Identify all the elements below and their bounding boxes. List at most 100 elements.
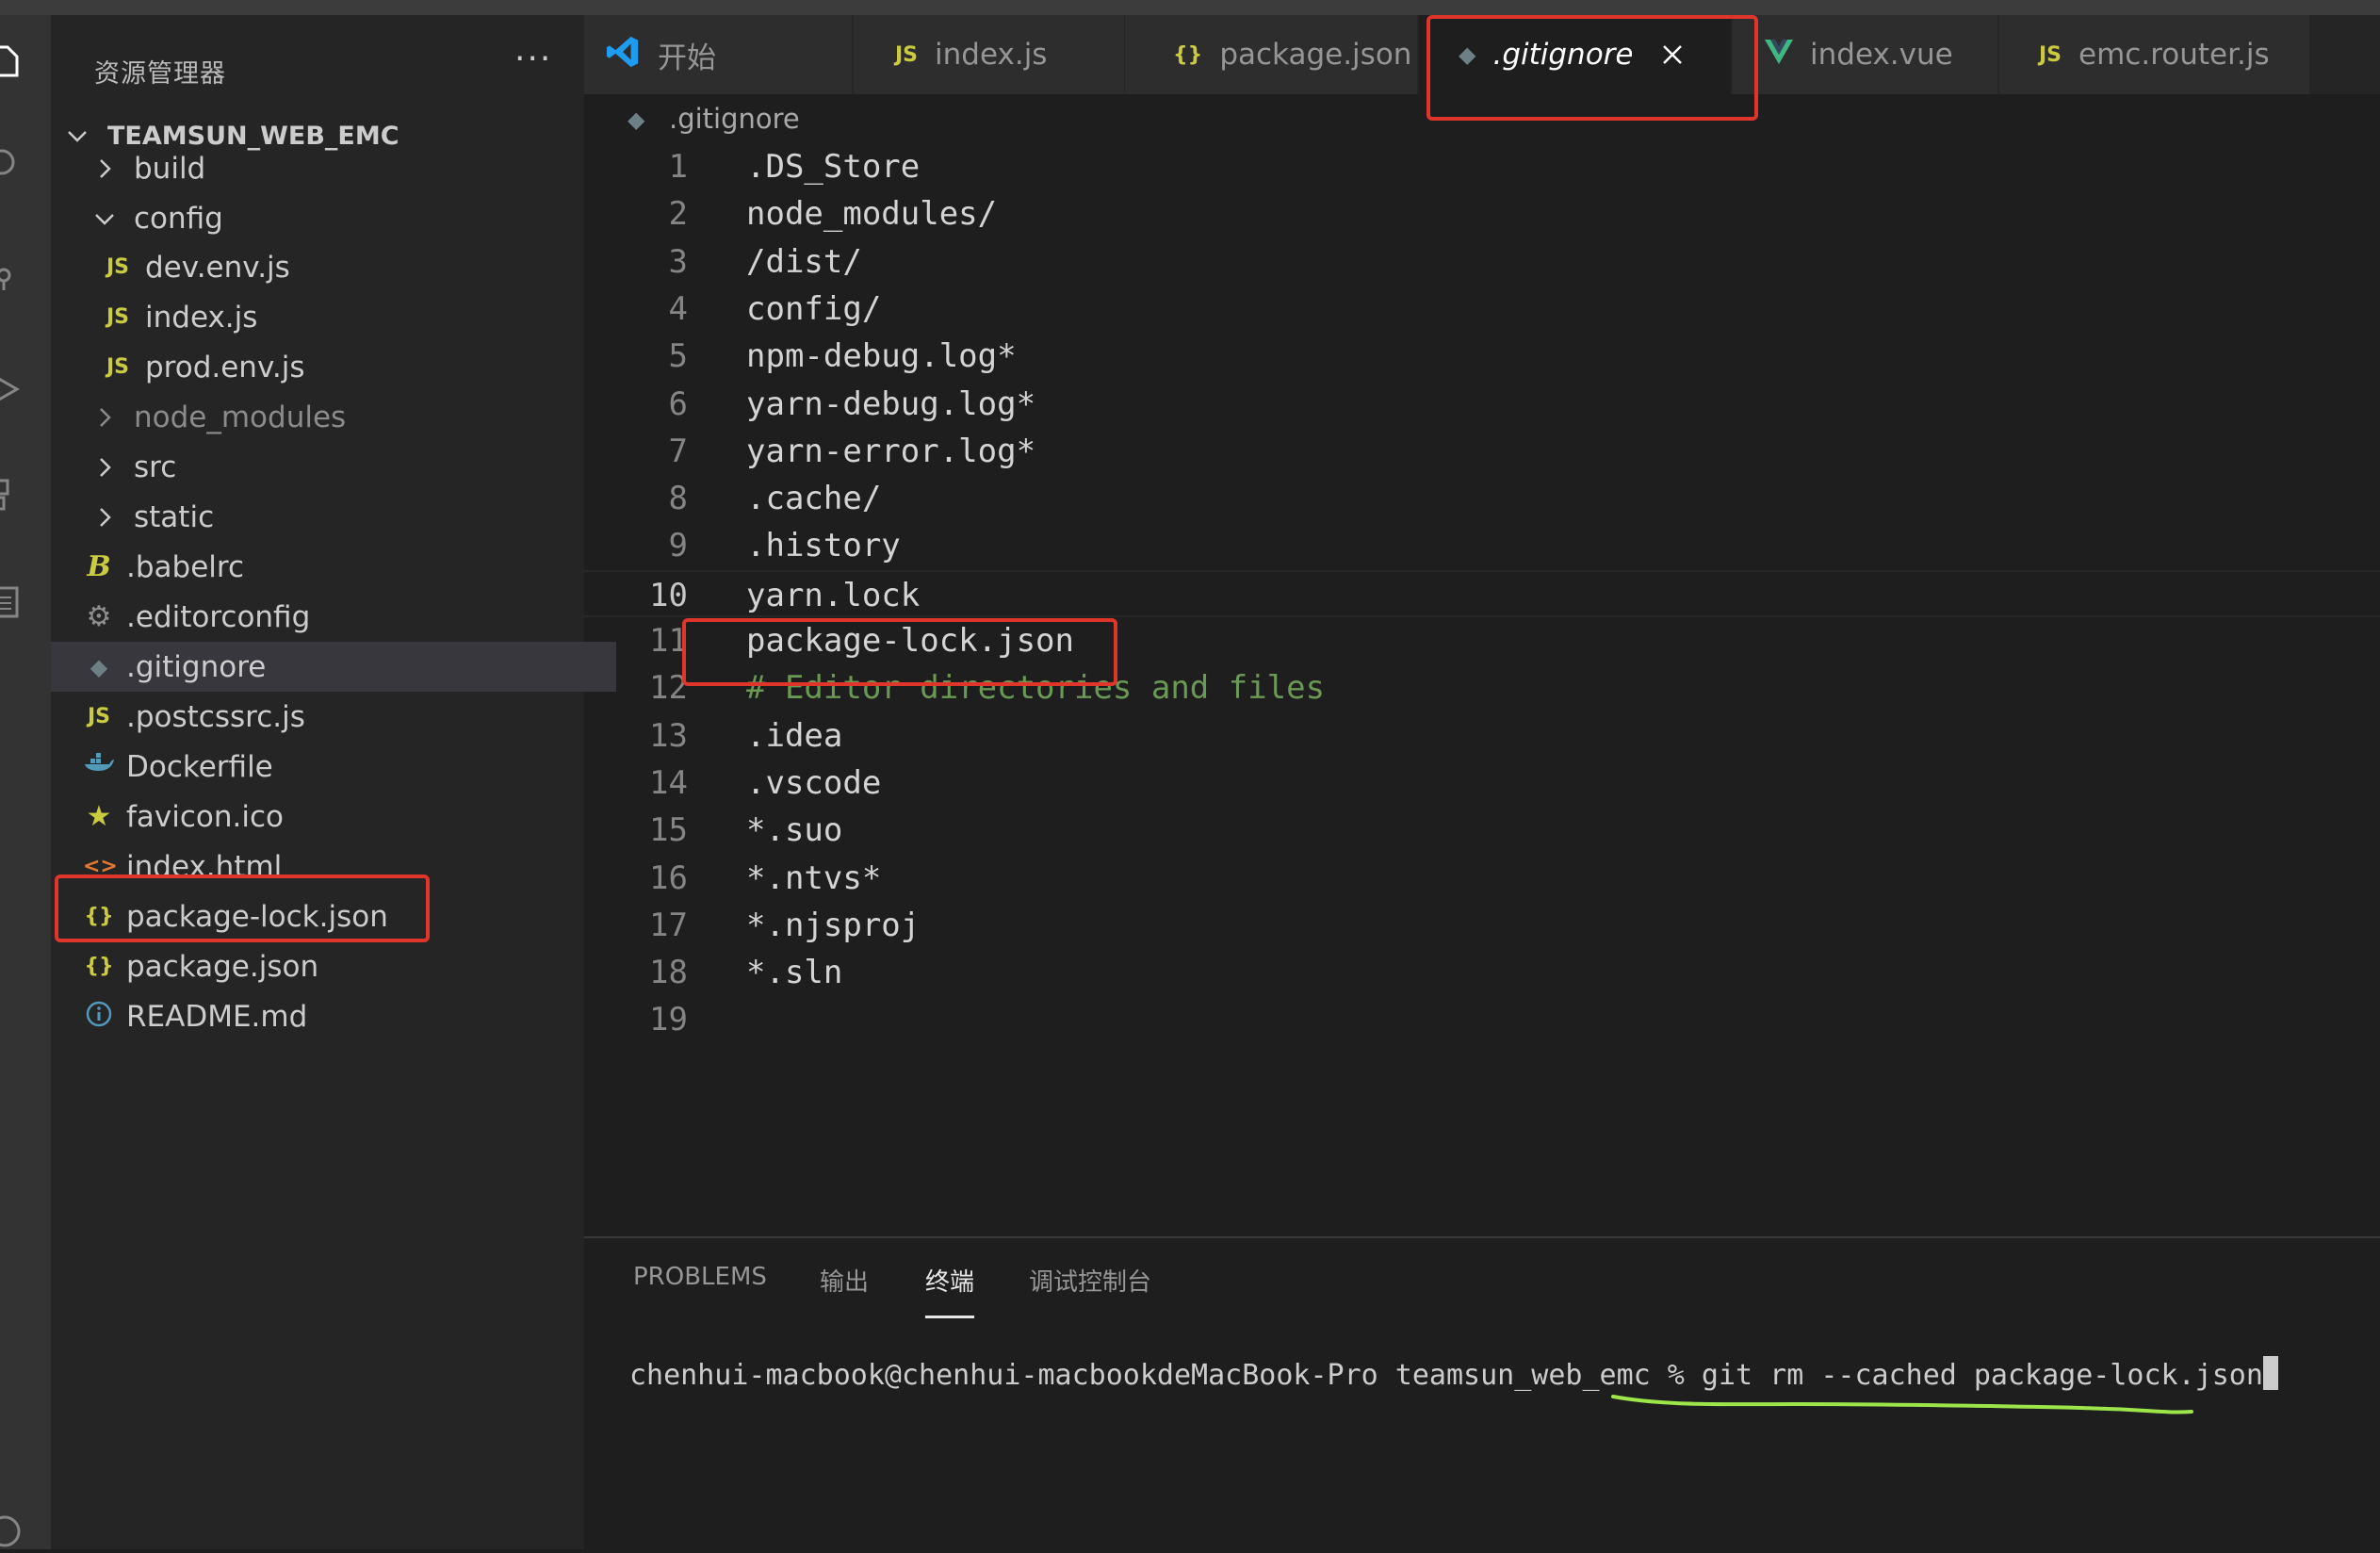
terminal-line[interactable]: chenhui-macbook@chenhui-macbookdeMacBook…	[629, 1355, 2278, 1397]
account-icon[interactable]	[0, 1513, 23, 1549]
code-line[interactable]: 10 yarn.lock	[584, 570, 2380, 617]
code-line[interactable]: 13 .idea	[584, 712, 2380, 760]
code-line[interactable]: 2 node_modules/	[584, 190, 2380, 237]
code-text: *.ntvs*	[746, 859, 882, 897]
code-line[interactable]: 3/dist/	[584, 238, 2380, 286]
line-number: 3	[668, 243, 688, 281]
tree-file-gitignore[interactable]: ◆ .gitignore	[51, 642, 616, 692]
tree-file-prod-env-js[interactable]: JS prod.env.js	[51, 342, 635, 392]
star-icon: ★	[86, 800, 112, 833]
bottom-panel: PROBLEMS 输出 终端 调试控制台 chenhui-macbook@che…	[584, 1236, 2380, 1551]
line-number: 9	[668, 527, 688, 564]
tree-file-readme[interactable]: README.md	[51, 991, 616, 1041]
search-icon[interactable]	[0, 147, 23, 183]
tree-item-label: build	[134, 151, 206, 186]
tree-file-index-js[interactable]: JS index.js	[51, 292, 635, 342]
tree-item-label: favicon.ico	[126, 799, 285, 834]
chevron-down-icon	[95, 213, 114, 225]
tab-label: index.vue	[1810, 38, 1953, 72]
tree-folder-build[interactable]: build	[51, 143, 626, 193]
code-line[interactable]: 6 yarn-debug.log*	[584, 381, 2380, 428]
tree-folder-static[interactable]: static	[51, 492, 626, 542]
code-line[interactable]: 9 .history	[584, 522, 2380, 569]
js-file-icon: JS	[895, 42, 919, 67]
code-line[interactable]: 1 .DS_Store	[584, 143, 2380, 190]
code-text: yarn-error.log*	[746, 433, 1036, 470]
tab-label: emc.router.js	[2078, 38, 2270, 72]
tab-welcome[interactable]: 开始	[584, 15, 853, 94]
code-line[interactable]: 11 package-lock.json	[584, 617, 2380, 664]
html-file-icon: <>	[83, 855, 118, 878]
terminal-cursor	[2262, 1356, 2278, 1390]
panel-tab-problems[interactable]: PROBLEMS	[633, 1263, 767, 1323]
code-line[interactable]: 12 # Editor directories and files	[584, 664, 2380, 711]
source-control-icon[interactable]	[0, 258, 23, 294]
line-number: 1	[668, 148, 688, 186]
code-line[interactable]: 16 *.ntvs*	[584, 855, 2380, 902]
json-file-icon: {}	[1173, 42, 1203, 67]
code-line[interactable]: 19	[584, 996, 2380, 1043]
line-number: 11	[649, 622, 688, 660]
line-number: 19	[649, 1001, 688, 1038]
panel-tab-terminal[interactable]: 终端	[925, 1263, 975, 1323]
js-file-icon: JS	[106, 355, 130, 379]
close-icon[interactable]	[1660, 42, 1685, 67]
code-line[interactable]: 18 *.sln	[584, 949, 2380, 996]
panel-tab-debug-console[interactable]: 调试控制台	[1029, 1263, 1151, 1323]
chevron-right-icon	[100, 407, 111, 427]
explorer-sidebar: 资源管理器 ··· TEAMSUN_WEB_EMC build config J…	[51, 15, 616, 1549]
tree-file-postcssrc-js[interactable]: JS .postcssrc.js	[51, 692, 616, 742]
tab-gitignore[interactable]: ◆ .gitignore	[1419, 15, 1732, 94]
tab-emc-router-js[interactable]: JS emc.router.js	[1999, 15, 2310, 94]
code-text: npm-debug.log*	[746, 337, 1017, 375]
line-number: 13	[649, 717, 688, 755]
panel-tab-output[interactable]: 输出	[820, 1263, 869, 1323]
tree-folder-node-modules[interactable]: node_modules	[51, 392, 626, 442]
line-number: 14	[649, 764, 688, 802]
tree-file-index-html[interactable]: <> index.html	[51, 842, 616, 891]
tree-item-label: .postcssrc.js	[126, 699, 305, 734]
tree-file-editorconfig[interactable]: ⚙ .editorconfig	[51, 592, 616, 642]
document-icon[interactable]	[0, 584, 23, 620]
tab-index-js-content[interactable]: JS index.js	[854, 15, 1125, 94]
tree-folder-config[interactable]: config	[51, 193, 626, 243]
tab-index-vue[interactable]: index.vue	[1733, 15, 1998, 94]
run-debug-icon[interactable]	[0, 371, 23, 407]
tree-file-dockerfile[interactable]: Dockerfile	[51, 742, 616, 792]
line-number: 18	[649, 954, 688, 991]
tree-item-label: package.json	[126, 949, 319, 984]
breadcrumb-file: .gitignore	[669, 103, 800, 135]
code-line[interactable]: 8 .cache/	[584, 475, 2380, 522]
code-line[interactable]: 7 yarn-error.log*	[584, 428, 2380, 475]
code-line[interactable]: 5 npm-debug.log*	[584, 333, 2380, 380]
tree-file-package-json[interactable]: {} package.json	[51, 941, 616, 991]
tree-item-label: static	[134, 499, 215, 534]
tab-package-json[interactable]: {} package.json	[1126, 15, 1418, 94]
code-line[interactable]: 17 *.njsproj	[584, 902, 2380, 949]
tree-item-label: .babelrc	[126, 549, 244, 584]
chevron-right-icon	[100, 457, 111, 477]
gear-icon: ⚙	[86, 600, 112, 633]
code-line[interactable]: 15 *.suo	[584, 807, 2380, 854]
tab-label: package.json	[1219, 38, 1412, 72]
vue-icon	[1765, 40, 1793, 70]
tab-label: 开始	[658, 41, 716, 75]
tree-file-favicon[interactable]: ★ favicon.ico	[51, 792, 616, 842]
git-icon: ◆	[628, 106, 645, 133]
tree-folder-src[interactable]: src	[51, 442, 626, 492]
js-file-icon: JS	[2039, 42, 2062, 67]
explorer-title: 资源管理器	[94, 59, 226, 89]
more-actions-button[interactable]: ···	[514, 40, 552, 78]
docker-icon	[83, 752, 115, 781]
tree-file-babelrc[interactable]: B .babelrc	[51, 542, 616, 592]
activity-bar	[0, 15, 51, 1549]
code-line[interactable]: 14 .vscode	[584, 760, 2380, 807]
code-text: # Editor directories and files	[746, 669, 1326, 707]
code-line[interactable]: 4 config/	[584, 286, 2380, 333]
tree-file-package-lock-json[interactable]: {} package-lock.json	[51, 891, 616, 941]
tree-item-label: README.md	[126, 999, 308, 1034]
extensions-icon[interactable]	[0, 477, 23, 513]
tree-file-dev-env-js[interactable]: JS dev.env.js	[51, 242, 635, 292]
breadcrumb[interactable]: ◆ .gitignore	[628, 98, 800, 139]
explorer-icon[interactable]	[0, 43, 23, 79]
